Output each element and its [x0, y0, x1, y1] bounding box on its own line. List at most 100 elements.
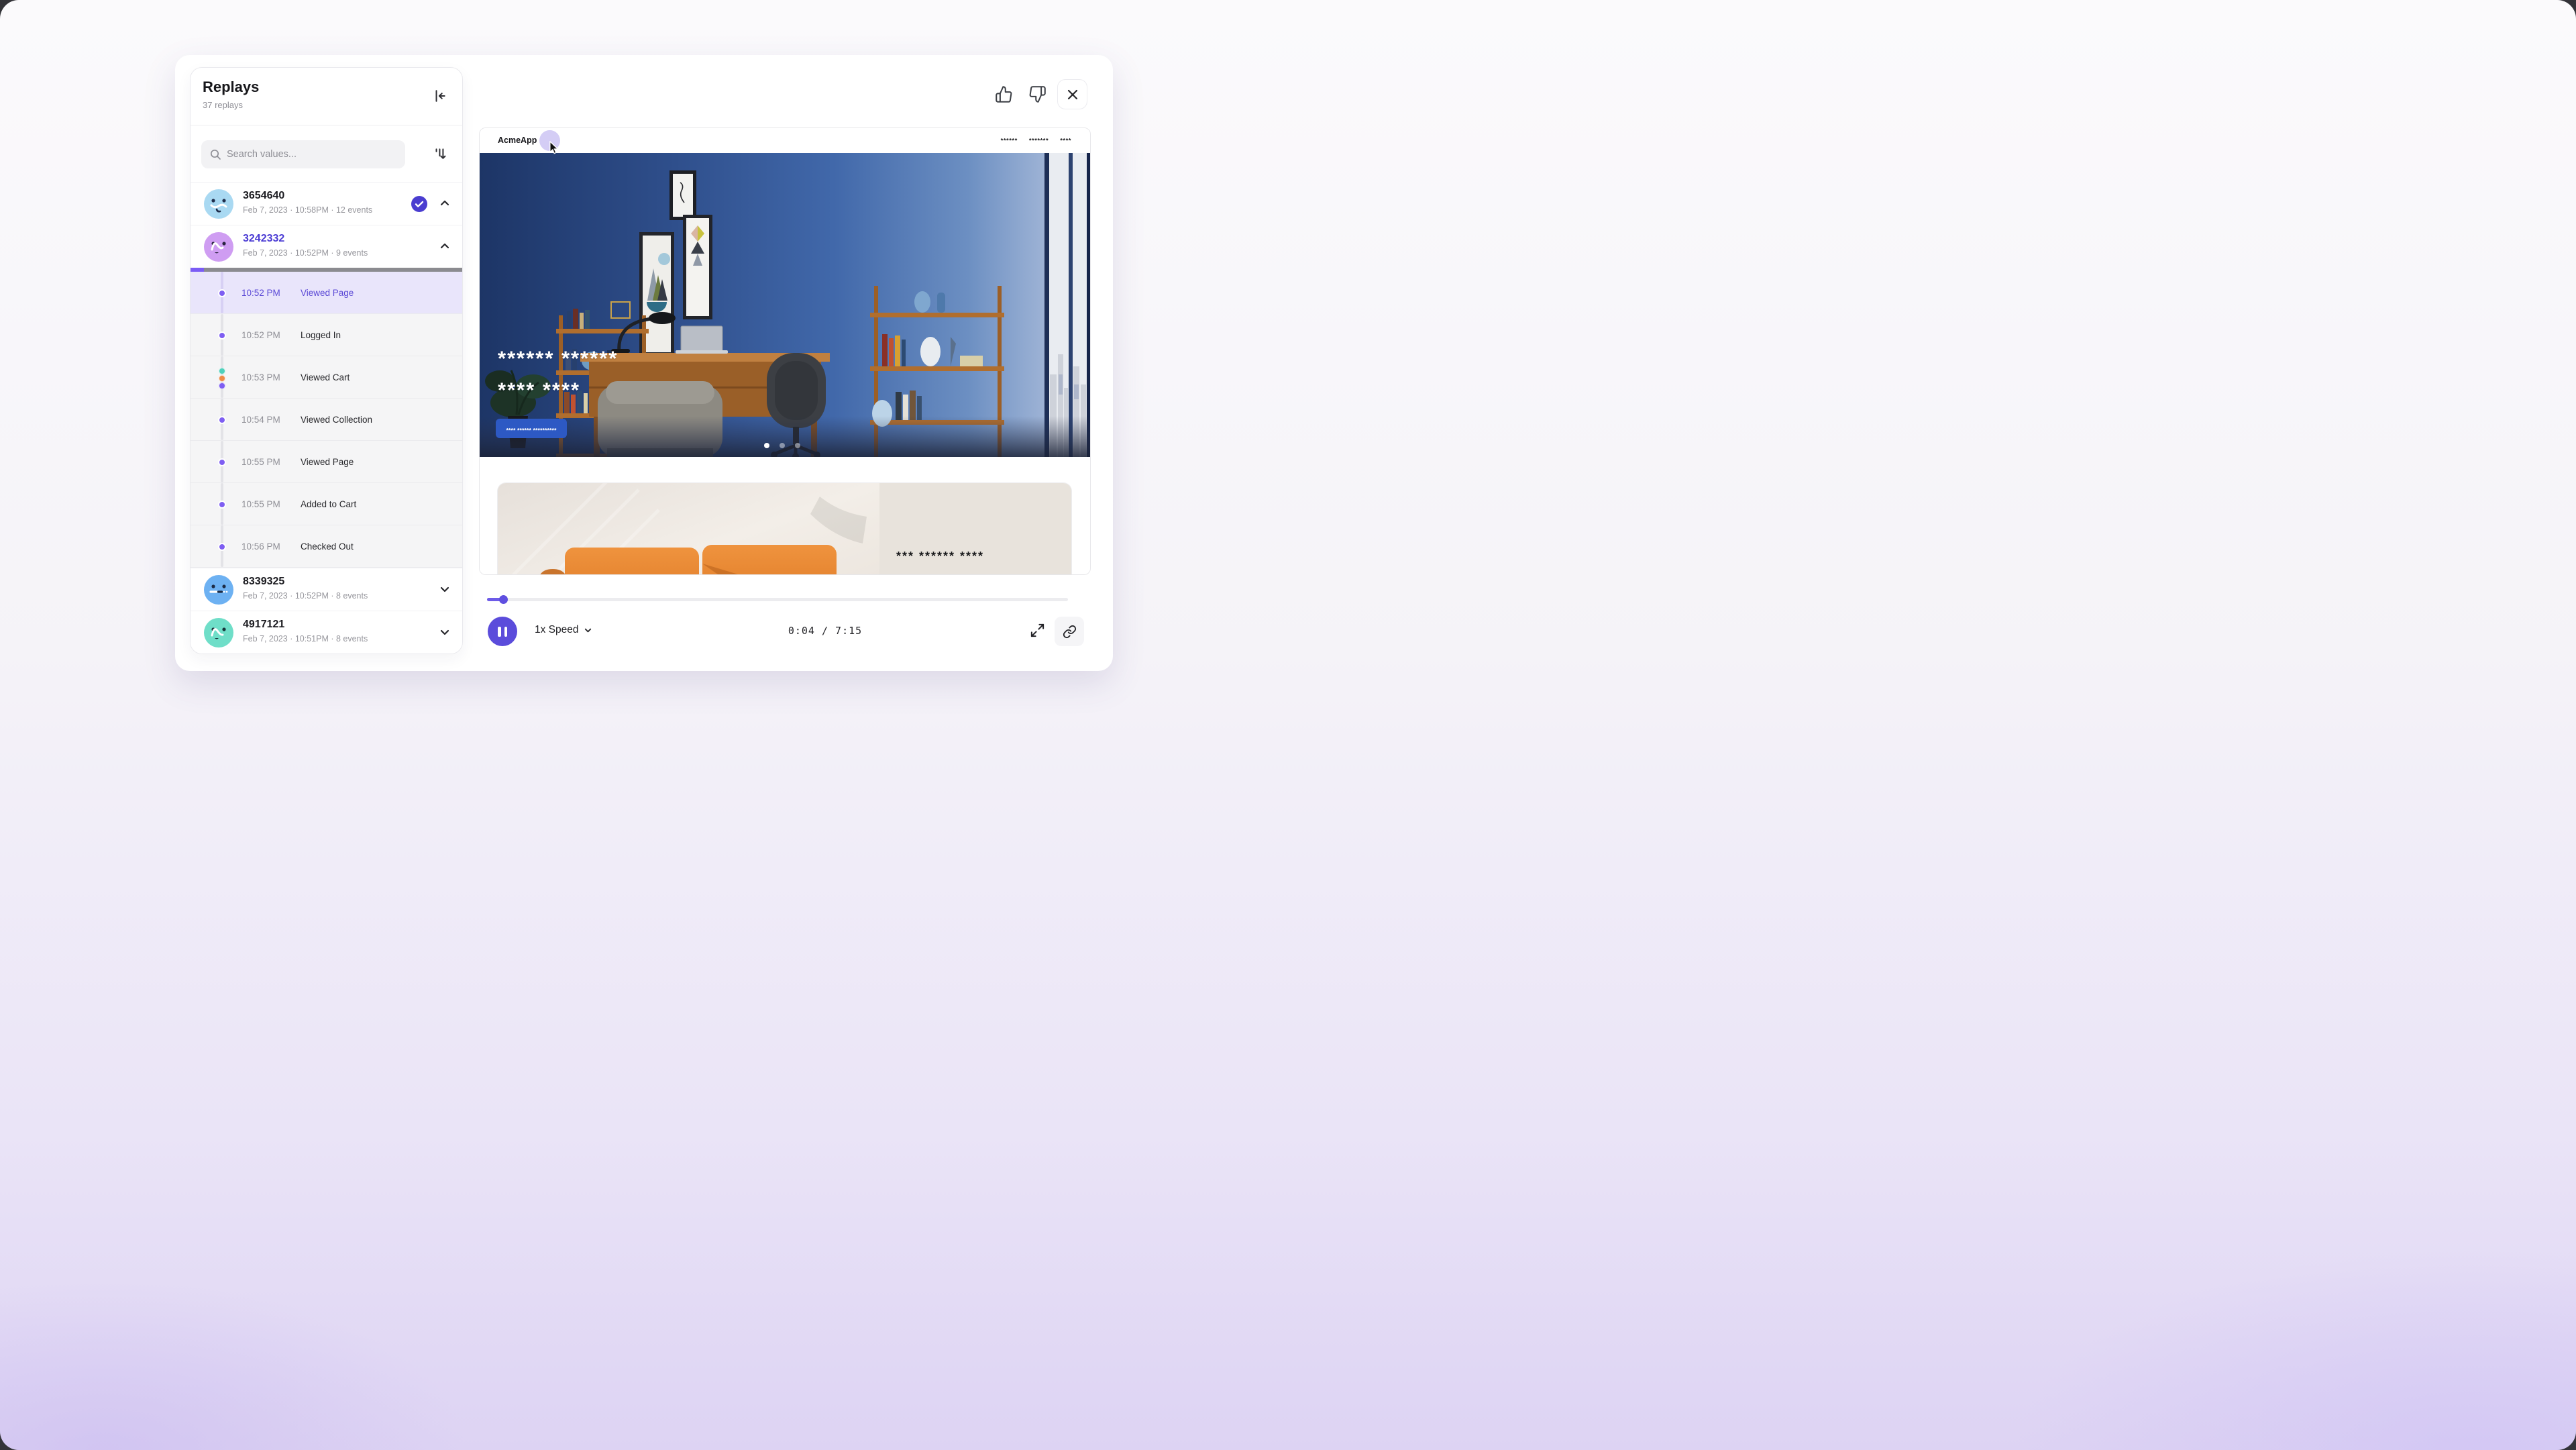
search-box[interactable]	[201, 140, 405, 168]
event-row[interactable]: 10:53 PM Viewed Cart	[191, 356, 462, 399]
playback-time: 0:04 / 7:15	[731, 625, 919, 637]
replay-meta: Feb 7, 2023 · 10:58PM · 12 events	[243, 205, 372, 215]
speed-dropdown[interactable]: 1x Speed	[535, 624, 592, 636]
close-button[interactable]	[1057, 79, 1087, 109]
event-time: 10:55 PM	[241, 499, 280, 509]
event-label: Added to Cart	[301, 499, 356, 509]
event-dot	[218, 331, 226, 340]
event-dot	[218, 543, 226, 551]
masked-hero-headline-line2: **** ****	[498, 378, 580, 403]
replay-id: 3242332	[243, 233, 284, 245]
replay-row[interactable]: 4917121 Feb 7, 2023 · 10:51PM · 8 events	[191, 611, 462, 654]
event-time: 10:55 PM	[241, 457, 280, 467]
event-row[interactable]: 10:55 PM Viewed Page	[191, 441, 462, 483]
replay-id: 3654640	[243, 190, 284, 202]
replay-row[interactable]: 8339325 Feb 7, 2023 · 10:52PM · 8 events	[191, 568, 462, 611]
replays-panel: Replays 37 replays 3654640 Feb 7, 2023 ·…	[190, 67, 463, 654]
replay-meta: Feb 7, 2023 · 10:52PM · 8 events	[243, 591, 368, 601]
chevron-down-icon[interactable]	[439, 627, 450, 637]
event-row[interactable]: 10:52 PM Logged In	[191, 314, 462, 356]
replay-count: 37 replays	[203, 100, 243, 110]
replay-player: AcmeApp ****** ******* ****	[479, 127, 1091, 575]
chevron-up-icon[interactable]	[439, 198, 450, 209]
thumbs-up-button[interactable]	[990, 81, 1017, 108]
mouse-cursor	[548, 141, 560, 154]
thumbs-down-button[interactable]	[1024, 81, 1051, 108]
replayed-content-section: *** ****** ****	[480, 457, 1090, 575]
event-time: 10:56 PM	[241, 541, 280, 552]
product-card[interactable]: *** ****** ****	[498, 483, 1071, 575]
event-row-active[interactable]: 10:52 PM Viewed Page	[191, 272, 462, 314]
masked-hero-headline-line1: ****** ******	[498, 347, 618, 371]
event-list: 10:52 PM Viewed Page 10:52 PM Logged In …	[191, 272, 462, 568]
replay-meta: Feb 7, 2023 · 10:51PM · 8 events	[243, 634, 368, 643]
event-label: Logged In	[301, 330, 341, 340]
carousel-dot-active[interactable]	[764, 443, 769, 448]
sort-descending-icon	[433, 146, 447, 161]
search-icon	[209, 148, 221, 160]
replay-row[interactable]: 3654640 Feb 7, 2023 · 10:58PM · 12 event…	[191, 182, 462, 225]
pause-icon	[498, 627, 501, 637]
event-dot	[218, 289, 226, 297]
replay-viewer-modal: Replays 37 replays 3654640 Feb 7, 2023 ·…	[175, 55, 1113, 671]
watched-check-badge	[411, 196, 427, 212]
replays-panel-header: Replays 37 replays	[191, 68, 462, 125]
fullscreen-button[interactable]	[1026, 620, 1049, 643]
replay-row-selected[interactable]: 3242332 Feb 7, 2023 · 10:52PM · 9 events	[191, 225, 462, 268]
search-input[interactable]	[227, 140, 401, 168]
event-time: 10:53 PM	[241, 372, 280, 382]
masked-nav-item[interactable]: ******	[1001, 138, 1018, 145]
pause-button[interactable]	[488, 617, 517, 646]
event-label: Checked Out	[301, 541, 354, 552]
event-time: 10:52 PM	[241, 288, 280, 298]
event-dot-orange	[219, 375, 225, 382]
event-time: 10:52 PM	[241, 330, 280, 340]
thumbs-up-icon	[995, 85, 1013, 103]
event-row[interactable]: 10:54 PM Viewed Collection	[191, 399, 462, 441]
masked-nav-item[interactable]: ****	[1060, 138, 1071, 145]
sofa-photo	[498, 483, 879, 575]
hero-cta-button[interactable]: **** ****** **********	[496, 419, 567, 438]
link-icon	[1063, 625, 1077, 639]
avatar	[204, 618, 233, 648]
copy-link-button[interactable]	[1055, 617, 1084, 646]
event-label: Viewed Collection	[301, 415, 372, 425]
replay-id: 8339325	[243, 576, 284, 588]
viewer-actions	[990, 79, 1087, 109]
event-dot	[218, 416, 226, 424]
event-dot	[218, 501, 226, 509]
masked-card-caption: *** ****** ****	[896, 550, 984, 564]
event-label: Viewed Page	[301, 457, 354, 467]
playback-progress-thumb[interactable]	[499, 595, 508, 604]
masked-nav-item[interactable]: *******	[1029, 138, 1049, 145]
product-card-text-panel: *** ****** ****	[879, 483, 1071, 575]
event-label: Viewed Cart	[301, 372, 350, 382]
carousel-dots	[764, 443, 800, 448]
event-dot-purple	[219, 382, 225, 389]
playback-progress-bar[interactable]	[487, 598, 1068, 601]
masked-cta-label: **** ****** **********	[506, 427, 556, 434]
close-icon	[1067, 89, 1079, 101]
replayed-app-logo: AcmeApp	[498, 136, 537, 145]
carousel-dot[interactable]	[795, 443, 800, 448]
carousel-dot[interactable]	[780, 443, 785, 448]
hero-room-photo	[480, 153, 1090, 457]
replayed-app-nav: ****** ******* ****	[1001, 136, 1071, 144]
chevron-up-icon[interactable]	[439, 241, 450, 252]
chevron-down-icon	[584, 626, 592, 635]
event-time: 10:54 PM	[241, 415, 280, 425]
event-row[interactable]: 10:56 PM Checked Out	[191, 525, 462, 568]
avatar	[204, 189, 233, 219]
replay-meta: Feb 7, 2023 · 10:52PM · 9 events	[243, 248, 368, 258]
sort-button[interactable]	[430, 144, 450, 164]
collapse-left-icon	[433, 89, 447, 103]
search-row	[191, 125, 462, 182]
avatar	[204, 232, 233, 262]
event-dot-teal	[219, 368, 225, 374]
event-label: Viewed Page	[301, 288, 354, 298]
chevron-down-icon[interactable]	[439, 584, 450, 594]
avatar	[204, 575, 233, 605]
collapse-panel-button[interactable]	[430, 87, 450, 107]
event-multi-dots	[219, 368, 225, 389]
event-row[interactable]: 10:55 PM Added to Cart	[191, 483, 462, 525]
